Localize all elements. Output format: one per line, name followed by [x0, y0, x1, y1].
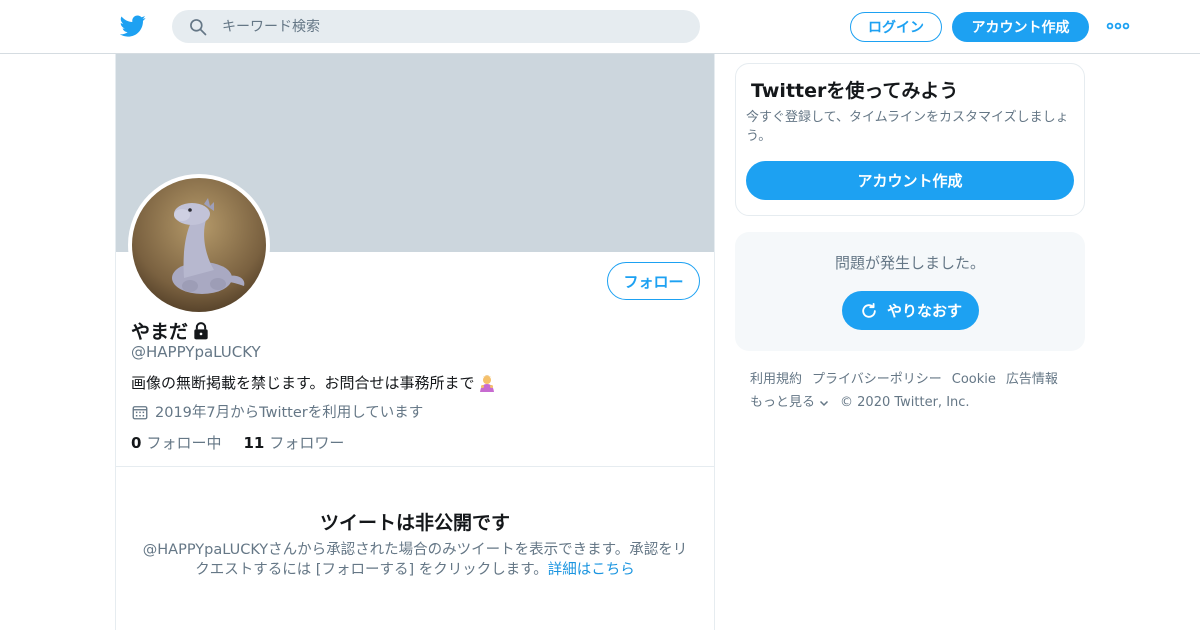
error-card: 問題が発生しました。 やりなおす [735, 232, 1085, 351]
followers-count: 11 [243, 434, 265, 452]
search-bar [172, 10, 700, 43]
signup-card-button[interactable]: アカウント作成 [746, 161, 1074, 200]
retry-button-label: やりなおす [886, 302, 962, 320]
profile-bio: 画像の無断掲載を禁じます。お問合せは事務所まで [131, 372, 497, 393]
followers-label: フォロワー [269, 434, 345, 452]
divider [116, 466, 714, 467]
protected-tweets-description: @HAPPYpaLUCKYさんから承認された場合のみツイートを表示できます。承認… [136, 540, 694, 580]
following-count: 0 [131, 434, 142, 452]
lock-icon [194, 321, 208, 339]
chevron-down-icon [819, 400, 829, 406]
footer-second-row: もっと見る © 2020 Twitter, Inc. [750, 391, 1080, 414]
protected-tweets-title: ツイートは非公開です [319, 512, 510, 534]
join-date-text: 2019年7月からTwitterを利用しています [155, 405, 424, 421]
profile-name-row: やまだ [131, 317, 211, 344]
footer-link-privacy[interactable]: プライバシーポリシー [812, 368, 942, 391]
profile-handle: @HAPPYpaLUCKY [131, 343, 261, 361]
signup-card-description: 今すぐ登録して、タイムラインをカスタマイズしましょう。 [746, 110, 1069, 144]
learn-more-link[interactable]: 詳細はこちら [548, 562, 635, 578]
signup-card-title: Twitterを使ってみよう [751, 80, 959, 102]
search-icon [190, 19, 207, 36]
footer-link-terms[interactable]: 利用規約 [750, 368, 802, 391]
follow-counts: 0 フォロー中 11 フォロワー [131, 432, 344, 453]
followers-count-link[interactable]: 11 フォロワー [243, 432, 344, 453]
footer-more-label: もっと見る [750, 395, 816, 410]
avatar[interactable] [128, 174, 270, 316]
retry-button[interactable]: やりなおす [842, 291, 979, 330]
more-options-icon[interactable] [1106, 18, 1130, 34]
footer-link-ads[interactable]: 広告情報 [1006, 368, 1058, 391]
copyright: © 2020 Twitter, Inc. [840, 395, 970, 410]
footer: 利用規約 プライバシーポリシー Cookie 広告情報 もっと見る © 2020… [750, 368, 1080, 414]
login-button[interactable]: ログイン [850, 12, 942, 42]
display-name: やまだ [131, 321, 189, 343]
signup-card: Twitterを使ってみよう 今すぐ登録して、タイムラインをカスタマイズしましょ… [735, 63, 1085, 216]
footer-more-button[interactable]: もっと見る [750, 391, 830, 414]
signup-button[interactable]: アカウント作成 [952, 12, 1089, 42]
following-label: フォロー中 [146, 434, 222, 452]
avatar-image [132, 178, 266, 312]
search-input[interactable] [222, 10, 682, 43]
following-count-link[interactable]: 0 フォロー中 [131, 432, 221, 453]
top-bar: ログイン アカウント作成 [0, 0, 1200, 54]
refresh-icon [862, 302, 876, 318]
join-date: 2019年7月からTwitterを利用しています [131, 401, 423, 422]
footer-link-cookie[interactable]: Cookie [952, 368, 996, 391]
follow-button[interactable]: フォロー [607, 262, 700, 300]
person-bowing-emoji-icon [479, 375, 494, 392]
profile-column: フォロー やまだ @HAPPYpaLUCKY 画像の無断掲載を禁じます。お問合せ… [115, 54, 715, 630]
bio-text: 画像の無断掲載を禁じます。お問合せは事務所まで [131, 374, 475, 392]
error-message: 問題が発生しました。 [834, 254, 985, 272]
footer-links-row: 利用規約 プライバシーポリシー Cookie 広告情報 [750, 368, 1080, 391]
calendar-icon [132, 405, 148, 419]
twitter-logo-icon[interactable] [120, 13, 146, 39]
